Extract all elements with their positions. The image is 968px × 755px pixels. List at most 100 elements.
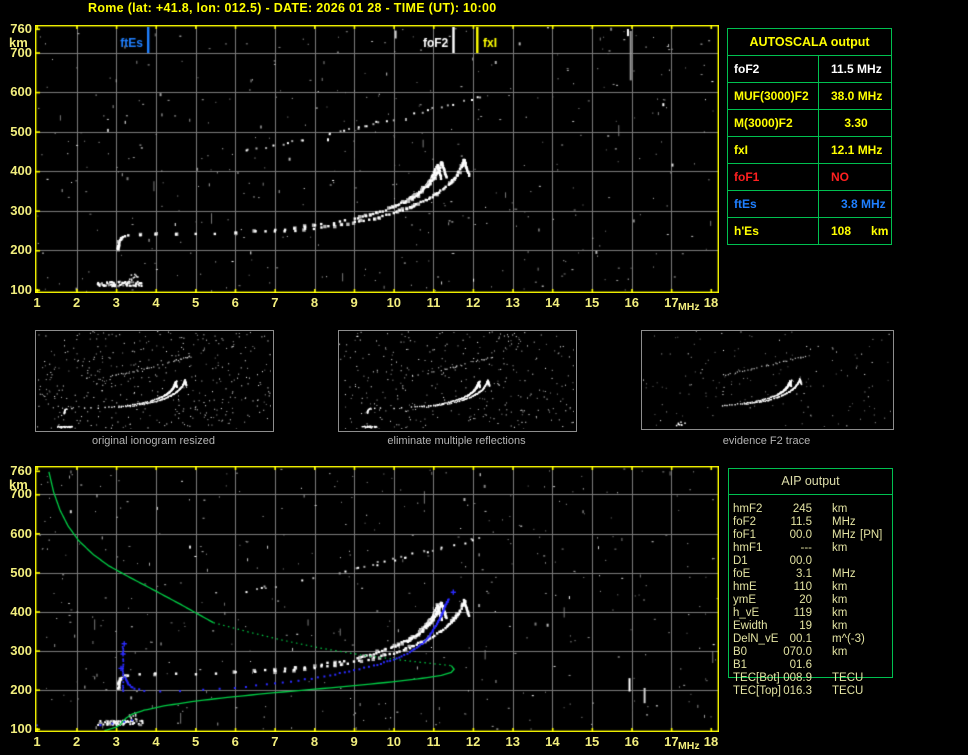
- aip-row: h_vE 119 km: [728, 607, 904, 620]
- aip-row-unit: km: [832, 542, 848, 554]
- y-tick-label: 760: [10, 21, 32, 36]
- x-tick-label: 14: [545, 734, 560, 749]
- aip-row: TEC[Bot] 008.9 TECU: [728, 672, 904, 685]
- aip-row-value: 245: [792, 503, 812, 515]
- aip-row-unit: MHz: [832, 568, 856, 580]
- x-tick-label: 11: [426, 734, 441, 749]
- aip-row-unit: km: [832, 581, 848, 593]
- x-tick-label: 12: [465, 295, 481, 310]
- x-tick-label: 5: [191, 734, 200, 749]
- aip-row-unit: km: [832, 503, 848, 515]
- aip-row: foF1 00.0 MHz [PN]: [728, 529, 904, 542]
- thumbnail-caption-f2: evidence F2 trace: [722, 435, 811, 447]
- aip-row: TEC[Top] 016.3 TECU: [728, 685, 904, 698]
- aip-table-rows: hmF2 245 km foF2 11.5 MHz foF1 00.0 MHz [PN] hmF1 -…: [728, 503, 904, 698]
- aip-row: foF2 11.5 MHz: [728, 516, 904, 529]
- autoscala-screen: Rome (lat: +41.8, lon: 012.5) - DATE: 20…: [0, 0, 968, 755]
- aip-row-label: ymE: [733, 594, 756, 606]
- x-tick-label: 7: [271, 734, 279, 749]
- aip-row-label: Ewidth: [733, 620, 768, 632]
- page-title: Rome (lat: +41.8, lon: 012.5) - DATE: 20…: [88, 1, 497, 15]
- autoscala-row: foF2 11.5 MHz: [728, 56, 891, 83]
- x-tick-label: 16: [624, 734, 639, 749]
- x-tick-label: 3: [112, 734, 120, 749]
- aip-row-label: D1: [733, 555, 748, 567]
- aip-row: ymE 20 km: [728, 594, 904, 607]
- x-tick-label: 1: [33, 295, 41, 310]
- y-tick-label: 100: [10, 282, 32, 297]
- autoscala-row-value: 12.1 MHz: [831, 143, 883, 157]
- y-tick-label: 200: [10, 681, 32, 697]
- x-tick-label: 8: [310, 295, 319, 310]
- thumbnail-cleaned-ionogram: [338, 330, 577, 432]
- y-axis-unit: km: [9, 35, 28, 50]
- aip-row-value: 070.0: [783, 646, 812, 658]
- x-tick-label: 2: [73, 734, 81, 749]
- x-tick-label: 13: [505, 295, 520, 310]
- x-tick-label: 14: [545, 295, 560, 310]
- aip-row-unit: TECU: [832, 672, 864, 684]
- autoscala-table: AUTOSCALA output foF2 11.5 MHz MUF(3000)F2…: [727, 28, 892, 245]
- autoscala-row-label: foF2: [728, 56, 819, 82]
- y-tick-label: 100: [10, 721, 32, 736]
- aip-row: D1 00.0: [728, 555, 904, 568]
- autoscala-table-header: AUTOSCALA output: [728, 29, 891, 56]
- x-tick-label: 3: [112, 295, 120, 310]
- aip-row-unit: MHz: [832, 529, 856, 541]
- autoscala-row-value: 108 km: [831, 224, 889, 238]
- bottom-ionogram-canvas: [35, 466, 719, 732]
- aip-row-unit: km: [832, 620, 848, 632]
- aip-row-label: B1: [733, 659, 748, 671]
- aip-row-value: 008.9: [783, 672, 812, 684]
- x-tick-label: 4: [152, 295, 160, 310]
- aip-row: B0 070.0 km: [728, 646, 904, 659]
- autoscala-row-label: foF1: [728, 164, 819, 190]
- thumbnail-f2-trace: [641, 330, 894, 430]
- x-tick-label: 6: [231, 734, 239, 749]
- autoscala-row-value: 11.5 MHz: [831, 62, 882, 76]
- aip-row-value: 11.5: [790, 516, 812, 528]
- x-tick-label: 8: [310, 734, 319, 749]
- aip-row: Ewidth 19 km: [728, 620, 904, 633]
- autoscala-row-label: M(3000)F2: [728, 110, 819, 136]
- x-tick-label: 1: [33, 734, 41, 749]
- autoscala-row: MUF(3000)F2 38.0 MHz: [728, 83, 891, 110]
- y-tick-label: 500: [10, 564, 32, 580]
- aip-row-value: 00.0: [789, 555, 812, 567]
- y-axis-unit: km: [9, 477, 28, 492]
- aip-row: hmE 110 km: [728, 581, 904, 594]
- x-tick-label: 16: [624, 295, 639, 310]
- y-tick-label: 760: [10, 463, 32, 478]
- x-tick-label: 11: [426, 295, 441, 310]
- aip-row-value: 00.1: [789, 633, 812, 645]
- thumbnail-caption-original: original ionogram resized: [92, 435, 215, 447]
- x-tick-label: 15: [584, 295, 600, 310]
- aip-row: B1 01.6: [728, 659, 904, 672]
- autoscala-row-value: 38.0 MHz: [831, 89, 883, 103]
- x-tick-label: 10: [386, 734, 402, 749]
- y-tick-label: 600: [10, 525, 32, 541]
- aip-row-unit: MHz: [832, 516, 856, 528]
- x-axis-unit: MHz: [678, 301, 700, 313]
- aip-row: hmF1 --- km: [728, 542, 904, 555]
- autoscala-row-value: NO: [831, 170, 849, 184]
- y-tick-label: 300: [10, 202, 32, 218]
- aip-row-label: foE: [733, 568, 751, 580]
- aip-row-unit: km: [832, 594, 848, 606]
- top-ionogram-canvas: [35, 25, 719, 293]
- aip-row-label: hmF1: [733, 542, 763, 554]
- x-axis-unit: MHz: [678, 740, 700, 752]
- aip-row-label: h_vE: [733, 607, 760, 619]
- autoscala-row-label: MUF(3000)F2: [728, 83, 819, 109]
- y-tick-label: 400: [10, 163, 32, 179]
- y-tick-label: 400: [10, 603, 32, 619]
- autoscala-row: ftEs 3.8 MHz: [728, 191, 891, 218]
- thumbnail-caption-cleaned: eliminate multiple reflections: [387, 435, 526, 447]
- aip-row-unit: km: [832, 646, 848, 658]
- aip-row-value: 20: [799, 594, 812, 606]
- aip-row: foE 3.1 MHz: [728, 568, 904, 581]
- y-tick-label: 200: [10, 242, 32, 258]
- aip-row-value: 3.1: [796, 568, 812, 580]
- thumbnail-original-ionogram: [35, 330, 274, 432]
- x-tick-label: 18: [703, 734, 719, 749]
